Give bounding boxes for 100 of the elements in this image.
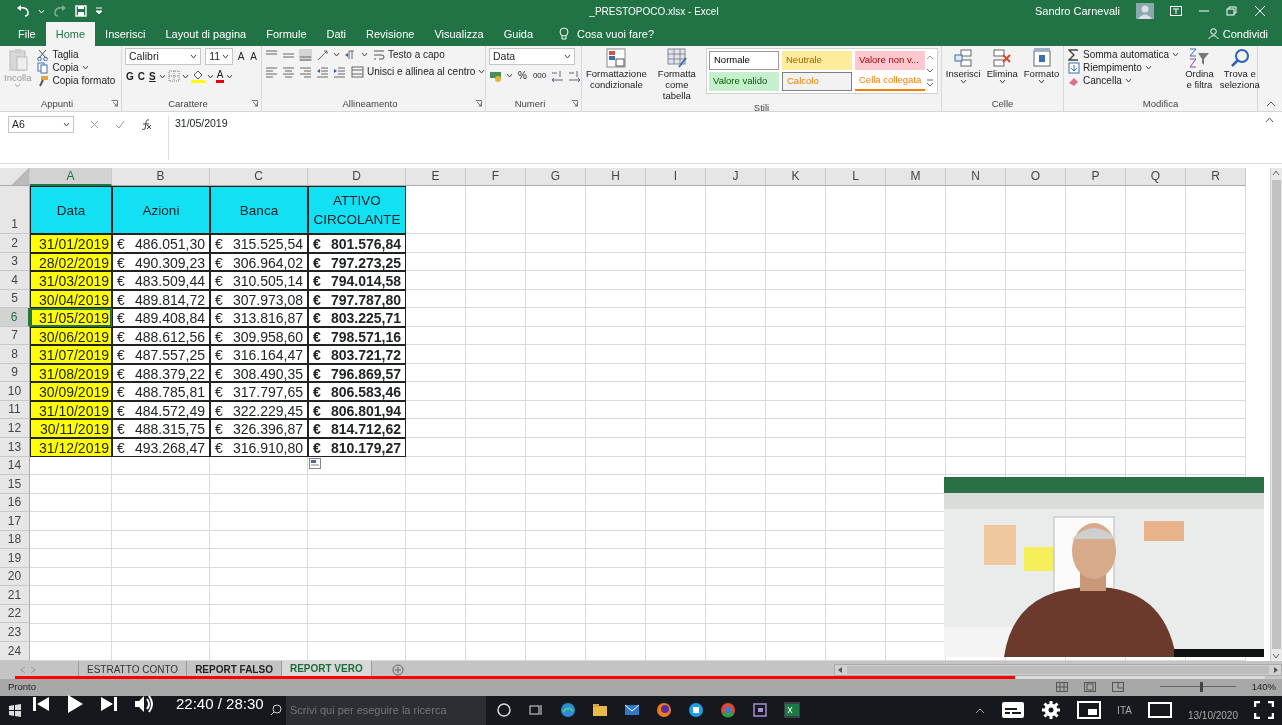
subtitles-icon[interactable] [1001,701,1026,720]
column-header[interactable]: C [210,168,308,186]
merge-center-button[interactable]: Unisci e allinea al centro [350,65,487,78]
folder-icon[interactable] [592,702,608,719]
text-direction-icon[interactable] [344,48,357,61]
search-field[interactable]: Scrivi qui per eseguire la ricerca [286,695,486,725]
column-header[interactable]: K [766,168,826,186]
video-progress-bar[interactable] [15,675,1265,679]
spreadsheet-icon[interactable] [784,702,800,719]
share-button[interactable]: Condividi [1197,21,1278,46]
align-bottom-icon[interactable] [299,48,312,61]
find-select-button[interactable]: Trova e seleziona [1218,48,1261,90]
enter-icon[interactable] [115,120,125,129]
add-sheet-icon[interactable] [391,663,404,676]
cells-button[interactable]: Elimina [985,48,1019,84]
row-header[interactable]: 15 [0,475,30,494]
column-header[interactable]: F [466,168,526,186]
next-icon[interactable] [100,694,118,713]
dialog-launcher-icon[interactable] [571,100,578,108]
column-header[interactable]: P [1066,168,1126,186]
cells-button[interactable]: Inserisci [944,48,982,84]
row-header[interactable]: 4 [0,271,30,290]
column-header[interactable]: H [586,168,646,186]
menu-tab[interactable]: Formule [256,21,317,46]
increase-decimal-icon[interactable] [551,69,565,82]
settings-icon[interactable] [1041,700,1062,721]
expand-formula-icon[interactable] [1265,116,1274,123]
thousands-button[interactable]: 000 [531,69,548,82]
decrease-indent-icon[interactable] [316,65,329,78]
wrap-text-button[interactable]: Testo a capo [372,48,446,61]
horizontal-scrollbar-thumb[interactable] [846,665,1269,674]
fullscreen-icon[interactable] [1254,701,1274,720]
menu-tab[interactable]: Layout di pagina [155,21,257,46]
menu-tab[interactable]: Dati [316,21,357,46]
tell-me-search[interactable]: Cosa vuoi fare? [549,21,665,46]
conditional-format-button[interactable]: Formattazione condizionale [585,48,648,90]
editing-button[interactable]: Cancella [1067,74,1181,87]
close-icon[interactable] [1254,6,1266,16]
theater-icon[interactable] [1147,702,1172,719]
editing-button[interactable]: Somma automatica [1067,48,1181,61]
row-header[interactable]: 2 [0,234,30,253]
film-icon[interactable] [752,702,768,719]
previous-icon[interactable] [32,694,50,713]
cells-button[interactable]: Formato [1022,48,1061,84]
row-header[interactable]: 19 [0,549,30,568]
zoom-slider[interactable] [1159,682,1236,693]
tray-icon[interactable] [975,706,986,714]
decrease-decimal-icon[interactable] [568,69,582,82]
dialog-launcher-icon[interactable] [111,100,118,108]
column-header[interactable]: N [946,168,1006,186]
column-header[interactable]: Q [1126,168,1186,186]
zoom-thumb[interactable] [1200,682,1204,693]
menu-tab[interactable]: File [8,21,46,46]
cell-style-button[interactable]: Valore valido [709,72,779,91]
fill-color-icon[interactable] [190,69,205,83]
menu-tab[interactable]: Inserisci [95,21,156,46]
column-header[interactable]: J [706,168,766,186]
orientation-icon[interactable] [316,48,329,61]
scrollbar-thumb[interactable] [1272,180,1281,649]
volume-icon[interactable] [134,693,154,714]
clipboard-button[interactable]: Taglia [36,48,117,61]
function-icon[interactable] [141,119,152,130]
row-header[interactable]: 21 [0,586,30,605]
row-header[interactable]: 8 [0,345,30,364]
menu-tab[interactable]: Revisione [356,21,425,46]
globe-icon[interactable] [560,702,576,719]
cell-style-button[interactable]: Normale [709,51,779,70]
clipboard-button[interactable]: Copia [36,61,117,74]
column-header[interactable]: I [646,168,706,186]
page-break-icon[interactable] [1111,682,1124,693]
clipboard-button[interactable]: Copia formato [36,74,117,87]
column-header[interactable]: E [406,168,466,186]
number-format-field[interactable]: Data [489,48,575,65]
undo-icon[interactable] [16,5,30,17]
collapse-ribbon-icon[interactable] [1266,100,1276,107]
sort-filter-button[interactable]: Ordina e filtra [1184,48,1215,90]
cell-style-button[interactable]: Neutrale [782,51,852,70]
increase-indent-icon[interactable] [333,65,346,78]
language-indicator[interactable]: ITA [1117,702,1132,718]
normal-view-icon[interactable] [1055,682,1068,693]
vertical-scrollbar[interactable] [1270,168,1282,661]
ribbon-options-icon[interactable] [1170,6,1182,16]
page-layout-icon[interactable] [1083,682,1096,693]
play-icon[interactable] [66,693,84,714]
column-header[interactable]: L [826,168,886,186]
cancel-icon[interactable] [90,120,99,129]
row-header[interactable]: 23 [0,623,30,643]
column-header[interactable]: B [112,168,210,186]
save-icon[interactable] [75,5,87,17]
menu-tab[interactable]: Guida [493,21,544,46]
format-table-button[interactable]: Formatta come tabella [651,48,702,101]
row-header[interactable]: 6 [0,308,30,327]
font-size-field[interactable]: 11 [205,48,233,65]
currency-icon[interactable] [489,69,502,82]
row-header[interactable]: 12 [0,419,30,438]
cell-style-button[interactable]: Valore non v... [855,51,925,70]
dialog-launcher-icon[interactable] [475,100,482,108]
underline-button[interactable]: S [148,69,157,83]
customize-icon[interactable] [95,7,103,15]
row-header[interactable]: 10 [0,382,30,401]
